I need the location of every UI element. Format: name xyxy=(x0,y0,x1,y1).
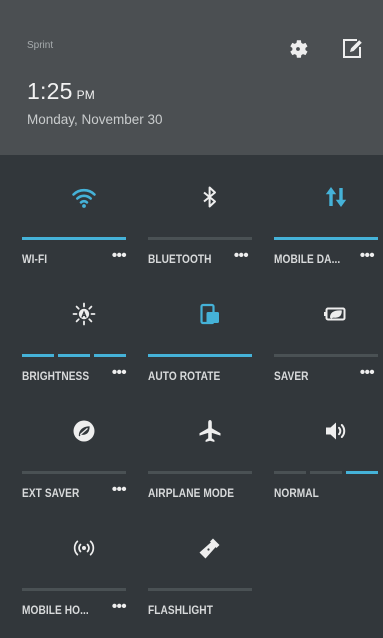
carrier-name: Sprint xyxy=(27,40,54,51)
clock-ampm: PM xyxy=(76,88,95,102)
tile-sound-mode[interactable]: NORMAL xyxy=(274,397,383,517)
volume-icon xyxy=(326,422,346,440)
tile-wifi-toggle[interactable] xyxy=(22,163,145,233)
tile-mobile-data[interactable]: MOBILE DA... ••• xyxy=(274,163,383,283)
date-label[interactable]: Monday, November 30 xyxy=(27,112,163,127)
mobile-hotspot-status-bar xyxy=(22,588,126,591)
flashlight-status-bar xyxy=(148,588,252,591)
status-header: Sprint 1:25 PM Monday, November 30 xyxy=(0,0,383,155)
tile-bluetooth[interactable]: BLUETOOTH ••• xyxy=(148,163,271,283)
tile-label: BRIGHTNESS xyxy=(22,371,90,383)
ext-saver-more-button[interactable]: ••• xyxy=(106,481,132,499)
bluetooth-more-button[interactable]: ••• xyxy=(228,247,254,265)
tile-airplane-mode[interactable]: AIRPLANE MODE xyxy=(148,397,271,517)
tile-brightness[interactable]: BRIGHTNESS ••• xyxy=(22,280,145,400)
tile-sound-mode-toggle[interactable] xyxy=(274,397,383,467)
tile-mobile-hotspot-toggle[interactable] xyxy=(22,514,145,584)
tile-saver[interactable]: SAVER ••• xyxy=(274,280,383,400)
wifi-icon xyxy=(72,188,96,208)
hotspot-icon xyxy=(73,540,95,556)
tile-flashlight[interactable]: FLASHLIGHT xyxy=(148,514,271,634)
mobile-data-icon xyxy=(325,187,347,207)
auto-rotate-icon xyxy=(200,303,219,325)
clock[interactable]: 1:25 PM xyxy=(27,78,95,105)
tile-label: BLUETOOTH xyxy=(148,254,212,266)
tile-brightness-toggle[interactable] xyxy=(22,280,145,350)
auto-rotate-status-bar xyxy=(148,354,252,357)
tile-bluetooth-toggle[interactable] xyxy=(148,163,271,233)
airplane-icon xyxy=(199,420,221,442)
brightness-level-bar-1 xyxy=(22,354,54,357)
mobile-data-status-bar xyxy=(274,237,378,240)
tile-saver-toggle[interactable] xyxy=(274,280,383,350)
tile-label: AUTO ROTATE xyxy=(148,371,221,383)
tile-label: WI-FI xyxy=(22,254,48,266)
tile-auto-rotate[interactable]: AUTO ROTATE xyxy=(148,280,271,400)
saver-status-bar xyxy=(274,354,378,357)
flashlight-icon xyxy=(199,538,220,559)
clock-time: 1:25 xyxy=(27,78,73,104)
tile-ext-saver[interactable]: EXT SAVER ••• xyxy=(22,397,145,517)
tile-label: FLASHLIGHT xyxy=(148,605,213,617)
brightness-more-button[interactable]: ••• xyxy=(106,364,132,382)
tile-ext-saver-toggle[interactable] xyxy=(22,397,145,467)
mobile-hotspot-more-button[interactable]: ••• xyxy=(106,598,132,616)
quick-settings-panel: Sprint 1:25 PM Monday, November 30 WI-FI … xyxy=(0,0,383,638)
tile-airplane-mode-toggle[interactable] xyxy=(148,397,271,467)
volume-level-bar-1 xyxy=(274,471,306,474)
extended-saver-icon xyxy=(73,420,95,442)
brightness-icon xyxy=(72,302,96,326)
tile-label: MOBILE DA... xyxy=(274,254,341,266)
ext-saver-status-bar xyxy=(22,471,126,474)
saver-more-button[interactable]: ••• xyxy=(354,364,380,382)
battery-saver-icon xyxy=(324,307,346,321)
tile-auto-rotate-toggle[interactable] xyxy=(148,280,271,350)
tile-label: MOBILE HO... xyxy=(22,605,89,617)
tile-flashlight-toggle[interactable] xyxy=(148,514,271,584)
tile-label: NORMAL xyxy=(274,488,319,500)
tile-mobile-data-toggle[interactable] xyxy=(274,163,383,233)
tile-mobile-hotspot[interactable]: MOBILE HO... ••• xyxy=(22,514,145,634)
edit-icon[interactable] xyxy=(340,37,364,61)
tile-label: AIRPLANE MODE xyxy=(148,488,235,500)
volume-level-bar-3 xyxy=(346,471,378,474)
tile-label: SAVER xyxy=(274,371,309,383)
bluetooth-status-bar xyxy=(148,237,252,240)
wifi-status-bar xyxy=(22,237,126,240)
mobile-data-more-button[interactable]: ••• xyxy=(354,247,380,265)
airplane-mode-status-bar xyxy=(148,471,252,474)
tile-label: EXT SAVER xyxy=(22,488,80,500)
wifi-more-button[interactable]: ••• xyxy=(106,247,132,265)
bluetooth-icon xyxy=(203,186,216,208)
brightness-level-bar-2 xyxy=(58,354,90,357)
volume-level-bar-2 xyxy=(310,471,342,474)
brightness-level-bar-3 xyxy=(94,354,126,357)
gear-icon[interactable] xyxy=(286,37,310,61)
tile-wifi[interactable]: WI-FI ••• xyxy=(22,163,145,283)
